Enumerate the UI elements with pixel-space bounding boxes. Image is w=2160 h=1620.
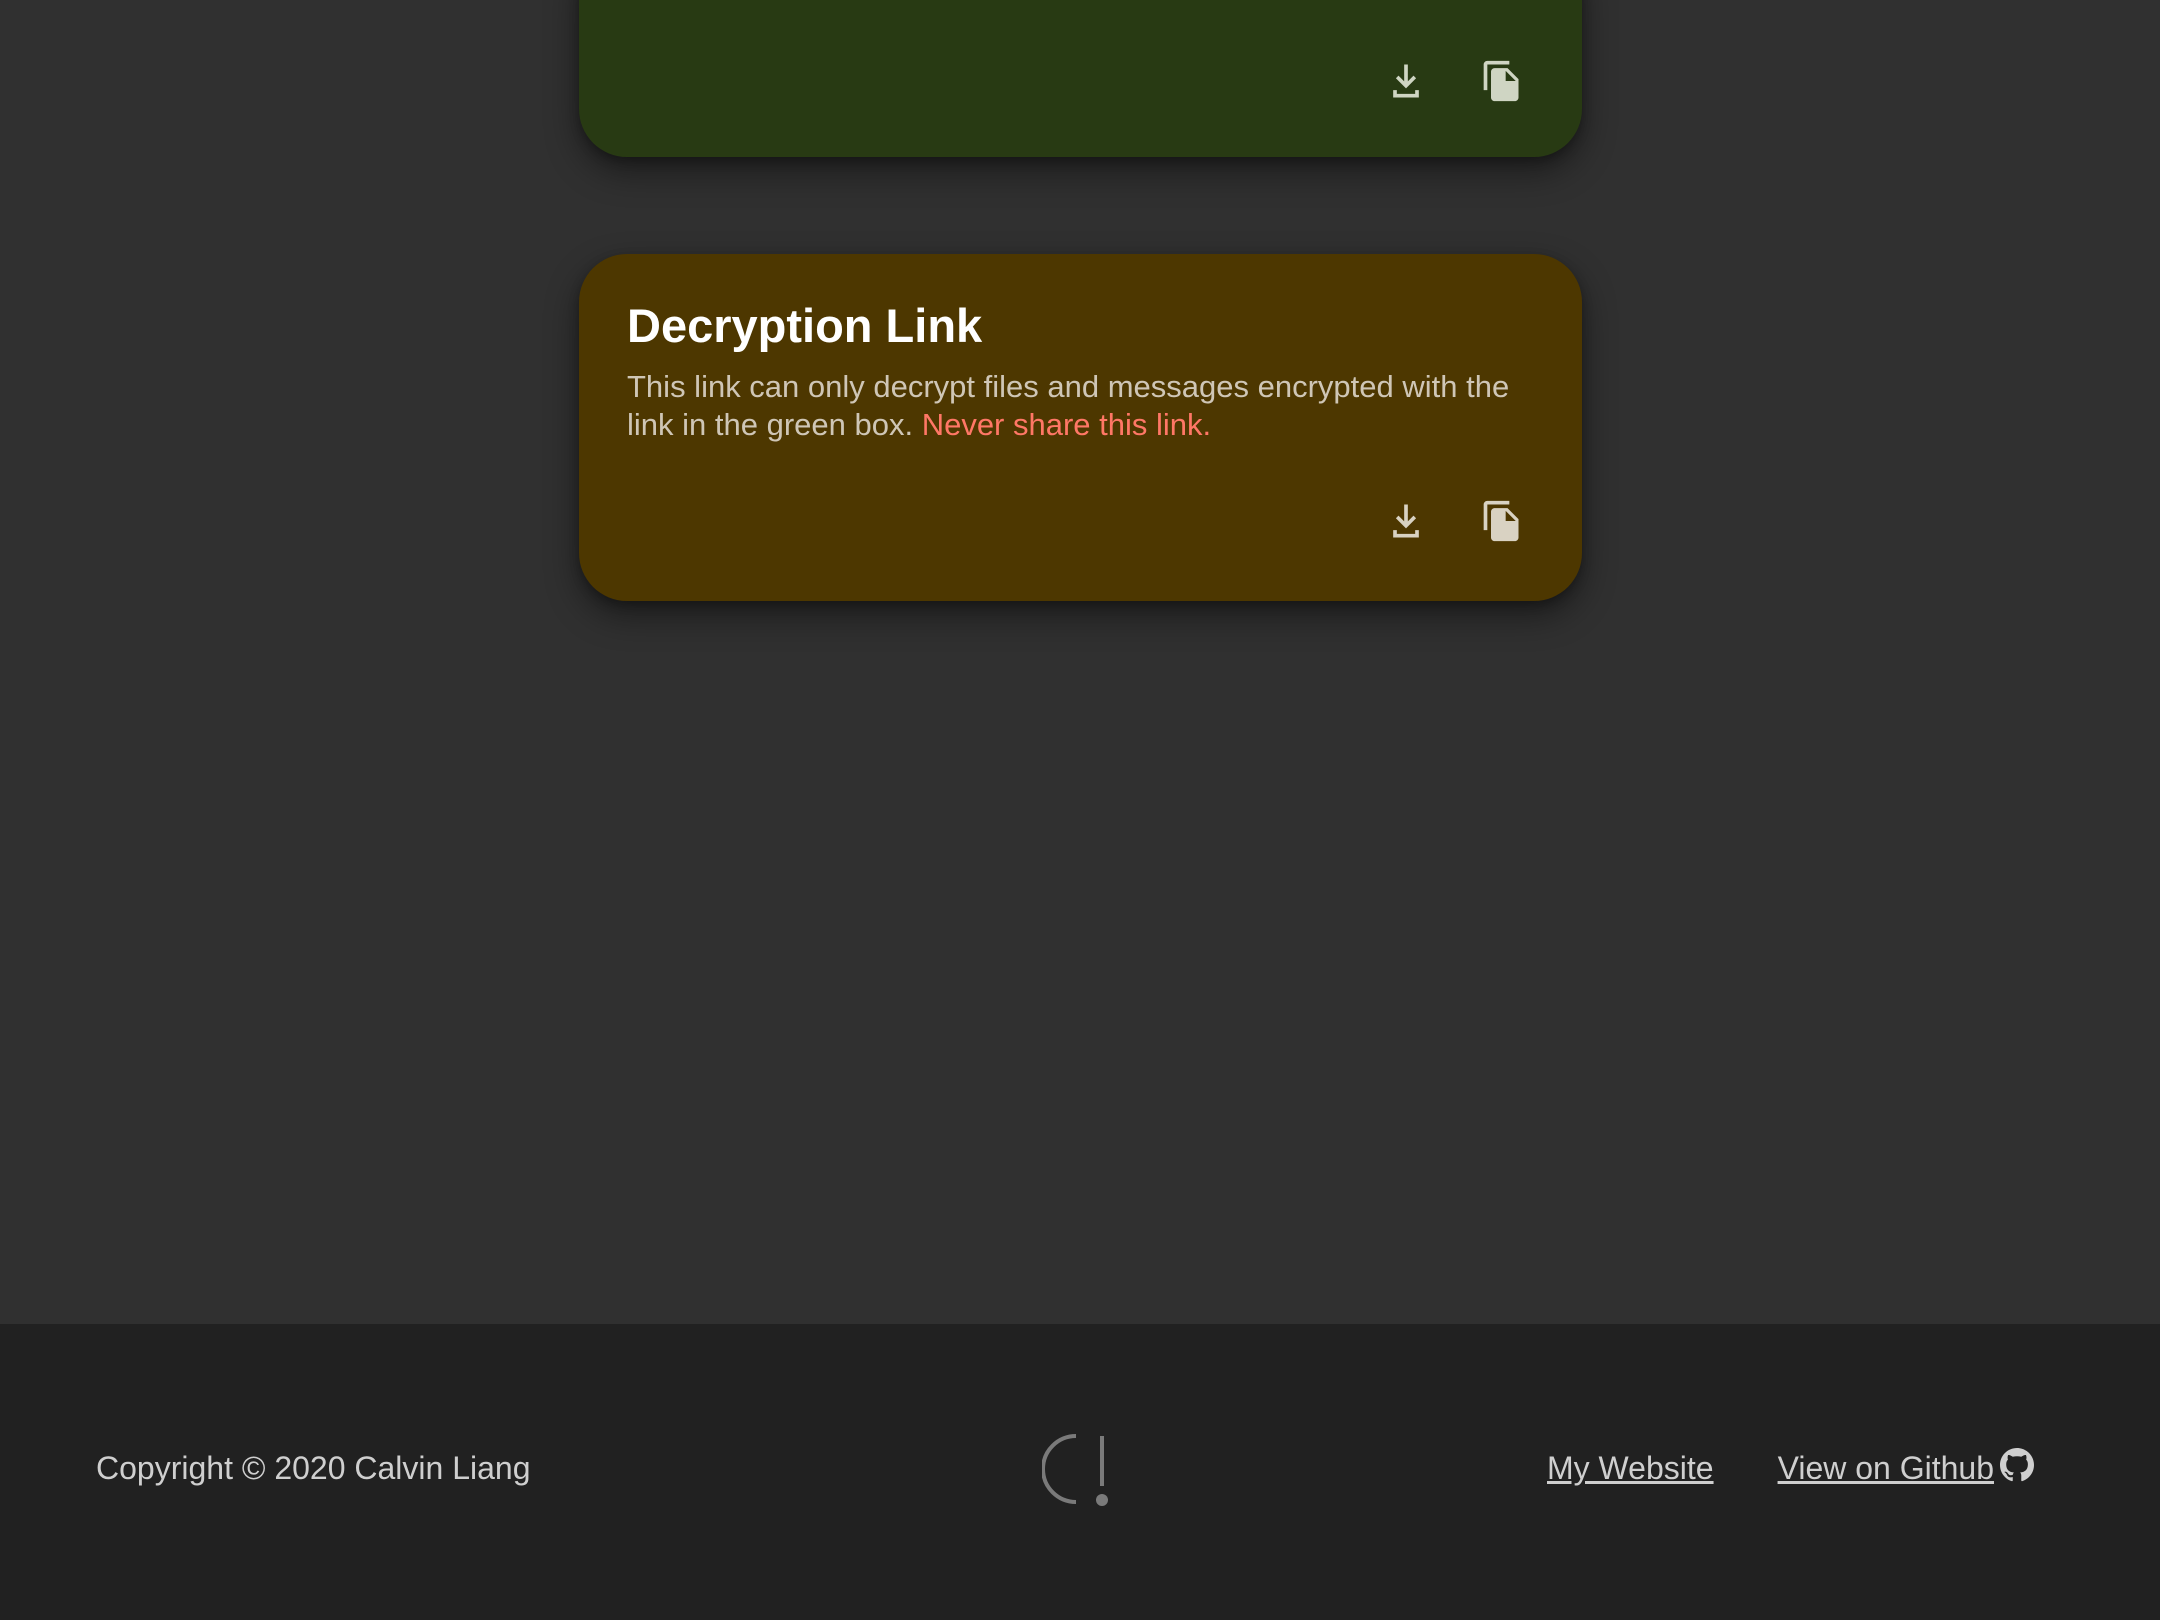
encryption-link-card [579, 0, 1582, 157]
copy-icon [1483, 500, 1519, 542]
copy-button[interactable] [1478, 57, 1526, 105]
download-button[interactable] [1382, 57, 1430, 105]
copyright-text: Copyright © 2020 Calvin Liang [96, 1450, 531, 1486]
github-link[interactable]: View on Github [1777, 1447, 2034, 1487]
copy-icon [1483, 60, 1519, 102]
c-exclamation-logo [1042, 1434, 1108, 1506]
download-icon [1393, 504, 1419, 538]
download-button[interactable] [1382, 497, 1430, 545]
copy-button[interactable] [1478, 497, 1526, 545]
github-link-label: View on Github [1777, 1450, 1994, 1486]
decryption-link-card: Decryption Link This link can only decry… [579, 254, 1582, 601]
card-actions [1382, 497, 1526, 545]
github-icon [2000, 1447, 2034, 1482]
card-title: Decryption Link [627, 299, 983, 352]
my-website-link[interactable]: My Website [1547, 1450, 1714, 1487]
card-description: This link can only decrypt files and mes… [627, 368, 1547, 444]
warning-text: Never share this link. [921, 406, 1212, 442]
main-content: Decryption Link This link can only decry… [0, 0, 2160, 1324]
footer-links: My Website View on Github [1547, 1447, 2034, 1487]
download-icon [1393, 64, 1419, 98]
page: Decryption Link This link can only decry… [0, 0, 2160, 1620]
card-actions [1382, 57, 1526, 105]
footer: Copyright © 2020 Calvin Liang My Website… [0, 1324, 2160, 1620]
